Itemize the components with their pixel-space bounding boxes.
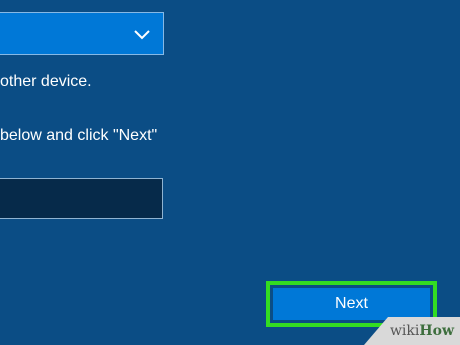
- next-button[interactable]: Next: [273, 288, 430, 320]
- code-input-field[interactable]: [0, 178, 163, 219]
- watermark-prefix: wiki: [389, 323, 420, 339]
- instruction-text-line1: other device.: [0, 73, 92, 90]
- device-dropdown[interactable]: [0, 12, 164, 55]
- instruction-text-line2: below and click "Next": [0, 127, 158, 144]
- watermark-suffix: How: [419, 323, 454, 339]
- chevron-down-icon: [134, 30, 150, 40]
